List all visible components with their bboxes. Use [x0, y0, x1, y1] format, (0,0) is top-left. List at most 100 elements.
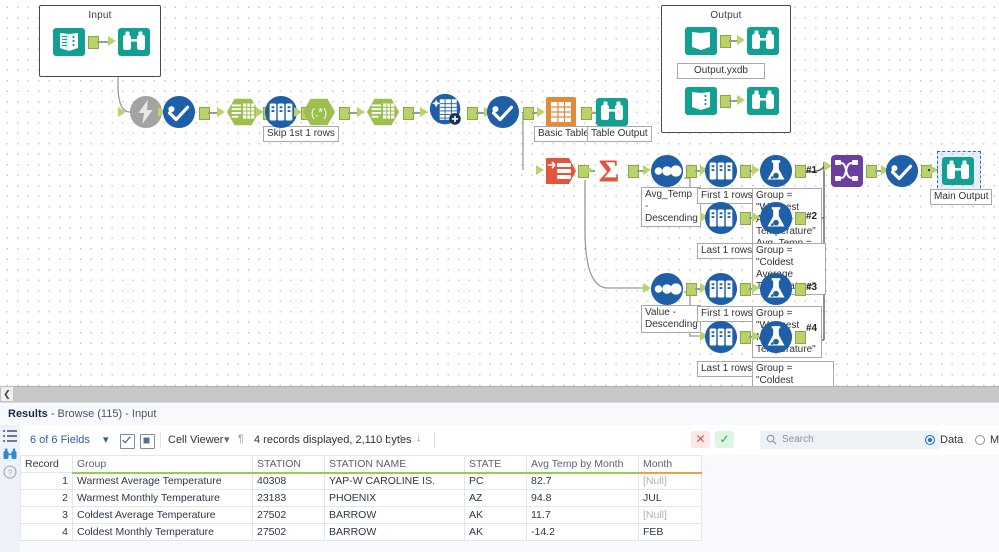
sample2-in-anchor[interactable]: [357, 107, 365, 117]
select-tool-3[interactable]: [885, 154, 919, 188]
regex-in-anchor[interactable]: [294, 107, 302, 117]
browse-tool-output-1[interactable]: [746, 24, 780, 58]
table-row[interactable]: 3 Coldest Average Temperature 27502 BARR…: [20, 506, 702, 524]
scroll-up-icon[interactable]: ↑: [398, 432, 404, 444]
formula4-out-anchor[interactable]: [795, 331, 806, 344]
cell-station-name: BARROW: [324, 506, 465, 524]
data-radio-label[interactable]: Data: [940, 434, 963, 446]
crosstab-in-anchor[interactable]: [420, 107, 428, 117]
output-tool2-out-anchor[interactable]: [720, 95, 731, 108]
basic-table-tool[interactable]: [544, 95, 578, 129]
formula2-out-anchor[interactable]: [795, 212, 806, 225]
regex-out-anchor[interactable]: [339, 107, 350, 120]
workflow-canvas[interactable]: Input Output Output.yxdb Skip 1st 1 rows…: [0, 0, 999, 390]
pilcrow-icon[interactable]: ¶: [238, 433, 244, 445]
table-row[interactable]: 1 Warmest Average Temperature 40308 YAP-…: [20, 472, 702, 490]
cell-viewer-chevron-down-icon[interactable]: ▾: [224, 433, 230, 446]
sample-first1-out-anchor[interactable]: [740, 165, 751, 178]
col-station[interactable]: STATION: [252, 455, 325, 474]
fields-chevron-down-icon[interactable]: ▾: [103, 433, 109, 446]
sample-tool-last-1-rows-a[interactable]: [704, 201, 738, 235]
select2-out-anchor[interactable]: [523, 107, 534, 120]
sample-tool-first-1-rows-b[interactable]: [704, 272, 738, 306]
scroll-down-icon[interactable]: ↓: [416, 432, 422, 444]
canvas-collapse-button[interactable]: ❮: [0, 386, 14, 402]
sort-tool-avg-temp[interactable]: [650, 154, 684, 188]
sample-tool-first-1-rows-a[interactable]: [704, 154, 738, 188]
summarize-tool[interactable]: Σ: [592, 153, 626, 187]
regex-tool[interactable]: (.*): [302, 95, 336, 129]
browse-in-anchor[interactable]: [108, 36, 116, 46]
sample-last1-out-anchor[interactable]: [740, 212, 751, 225]
input-data-tool[interactable]: [52, 25, 86, 59]
select1-out-anchor[interactable]: [199, 107, 210, 120]
sort-tool-value[interactable]: [650, 272, 684, 306]
sort2-out-anchor[interactable]: [686, 283, 697, 296]
select-fields-icon[interactable]: [120, 434, 135, 449]
output-tool1-out-anchor[interactable]: [720, 35, 731, 48]
formula-tool-1[interactable]: [759, 154, 793, 188]
fields-selector[interactable]: 6 of 6 Fields: [30, 434, 90, 446]
toolbar-divider-2: [390, 432, 391, 448]
output-input-data-tool-1[interactable]: [684, 24, 718, 58]
sort1-out-anchor[interactable]: [686, 165, 697, 178]
formula1-out-anchor[interactable]: [795, 165, 806, 178]
lightning-in-anchor[interactable]: [118, 107, 126, 117]
results-grid[interactable]: Record Group STATION STATION NAME STATE …: [20, 455, 999, 552]
browse-tool-output-2[interactable]: [746, 84, 780, 118]
formula3-out-anchor[interactable]: [795, 283, 806, 296]
input-data-out-anchor[interactable]: [88, 36, 99, 49]
data-radio-button[interactable]: [925, 435, 935, 445]
canvas-horizontal-scrollbar[interactable]: [0, 386, 999, 403]
table-row[interactable]: 4 Coldest Monthly Temperature 27502 BARR…: [20, 523, 702, 541]
col-station-name[interactable]: STATION NAME: [324, 455, 465, 474]
record-count-label: 4 records displayed, 2,110 bytes: [254, 434, 412, 446]
clear-filter-button[interactable]: ✕: [691, 431, 710, 448]
output-browse1-in-anchor[interactable]: [737, 35, 745, 45]
table-output-browse-tool[interactable]: [595, 95, 629, 129]
deselect-fields-icon[interactable]: [140, 434, 155, 449]
apply-filter-button[interactable]: ✓: [715, 431, 734, 448]
tableoutput-in-anchor[interactable]: [586, 107, 594, 117]
select-records-out-anchor[interactable]: [403, 107, 414, 120]
help-icon[interactable]: ?: [3, 465, 17, 479]
select-tool-2[interactable]: [486, 95, 520, 129]
data-cleansing-tool[interactable]: [543, 154, 577, 188]
union-out-anchor[interactable]: [866, 165, 877, 178]
col-record[interactable]: Record: [20, 455, 73, 473]
sample1-in-anchor[interactable]: [217, 107, 225, 117]
browse-tool-input[interactable]: [117, 25, 151, 59]
sample-tool-last-1-rows-b[interactable]: [704, 320, 738, 354]
output-browse2-in-anchor[interactable]: [737, 95, 745, 105]
col-state[interactable]: STATE: [464, 455, 527, 474]
union-tool[interactable]: [830, 154, 864, 188]
transpose-tool[interactable]: [264, 95, 298, 129]
formula-tool-4[interactable]: [759, 320, 793, 354]
output-input-data-tool-2[interactable]: [684, 84, 718, 118]
sample-first1b-out-anchor[interactable]: [740, 283, 751, 296]
crosstab-out-anchor[interactable]: [467, 107, 478, 120]
sample-tool-skip-rows[interactable]: [226, 95, 260, 129]
list-view-icon[interactable]: [3, 429, 17, 443]
select-tool-1[interactable]: [162, 95, 196, 129]
meta-radio-label[interactable]: Meta: [990, 434, 999, 446]
col-group[interactable]: Group: [72, 455, 253, 474]
col-month[interactable]: Month: [638, 455, 702, 474]
cell-station: 23183: [252, 489, 325, 507]
select-records-tool[interactable]: [366, 95, 400, 129]
search-input[interactable]: Search: [760, 431, 940, 449]
col-avg-temp[interactable]: Avg Temp by Month: [526, 455, 639, 474]
meta-radio-button[interactable]: [975, 435, 985, 445]
transpose-in-anchor[interactable]: [256, 107, 264, 117]
cell-viewer-selector[interactable]: Cell Viewer: [168, 434, 223, 446]
table-row[interactable]: 2 Warmest Monthly Temperature 23183 PHOE…: [20, 489, 702, 507]
crosstab-tool[interactable]: [429, 93, 463, 127]
cell-avg-temp: 11.7: [526, 506, 639, 524]
sample-last1b-out-anchor[interactable]: [740, 331, 751, 344]
formula-tool-2[interactable]: [759, 201, 793, 235]
browse-icon[interactable]: [3, 447, 17, 461]
formula-tool-3[interactable]: [759, 272, 793, 306]
browse-tool-main-output[interactable]: [941, 154, 975, 188]
summarize-out-anchor[interactable]: [628, 165, 639, 178]
cell-avg-temp: 94.8: [526, 489, 639, 507]
